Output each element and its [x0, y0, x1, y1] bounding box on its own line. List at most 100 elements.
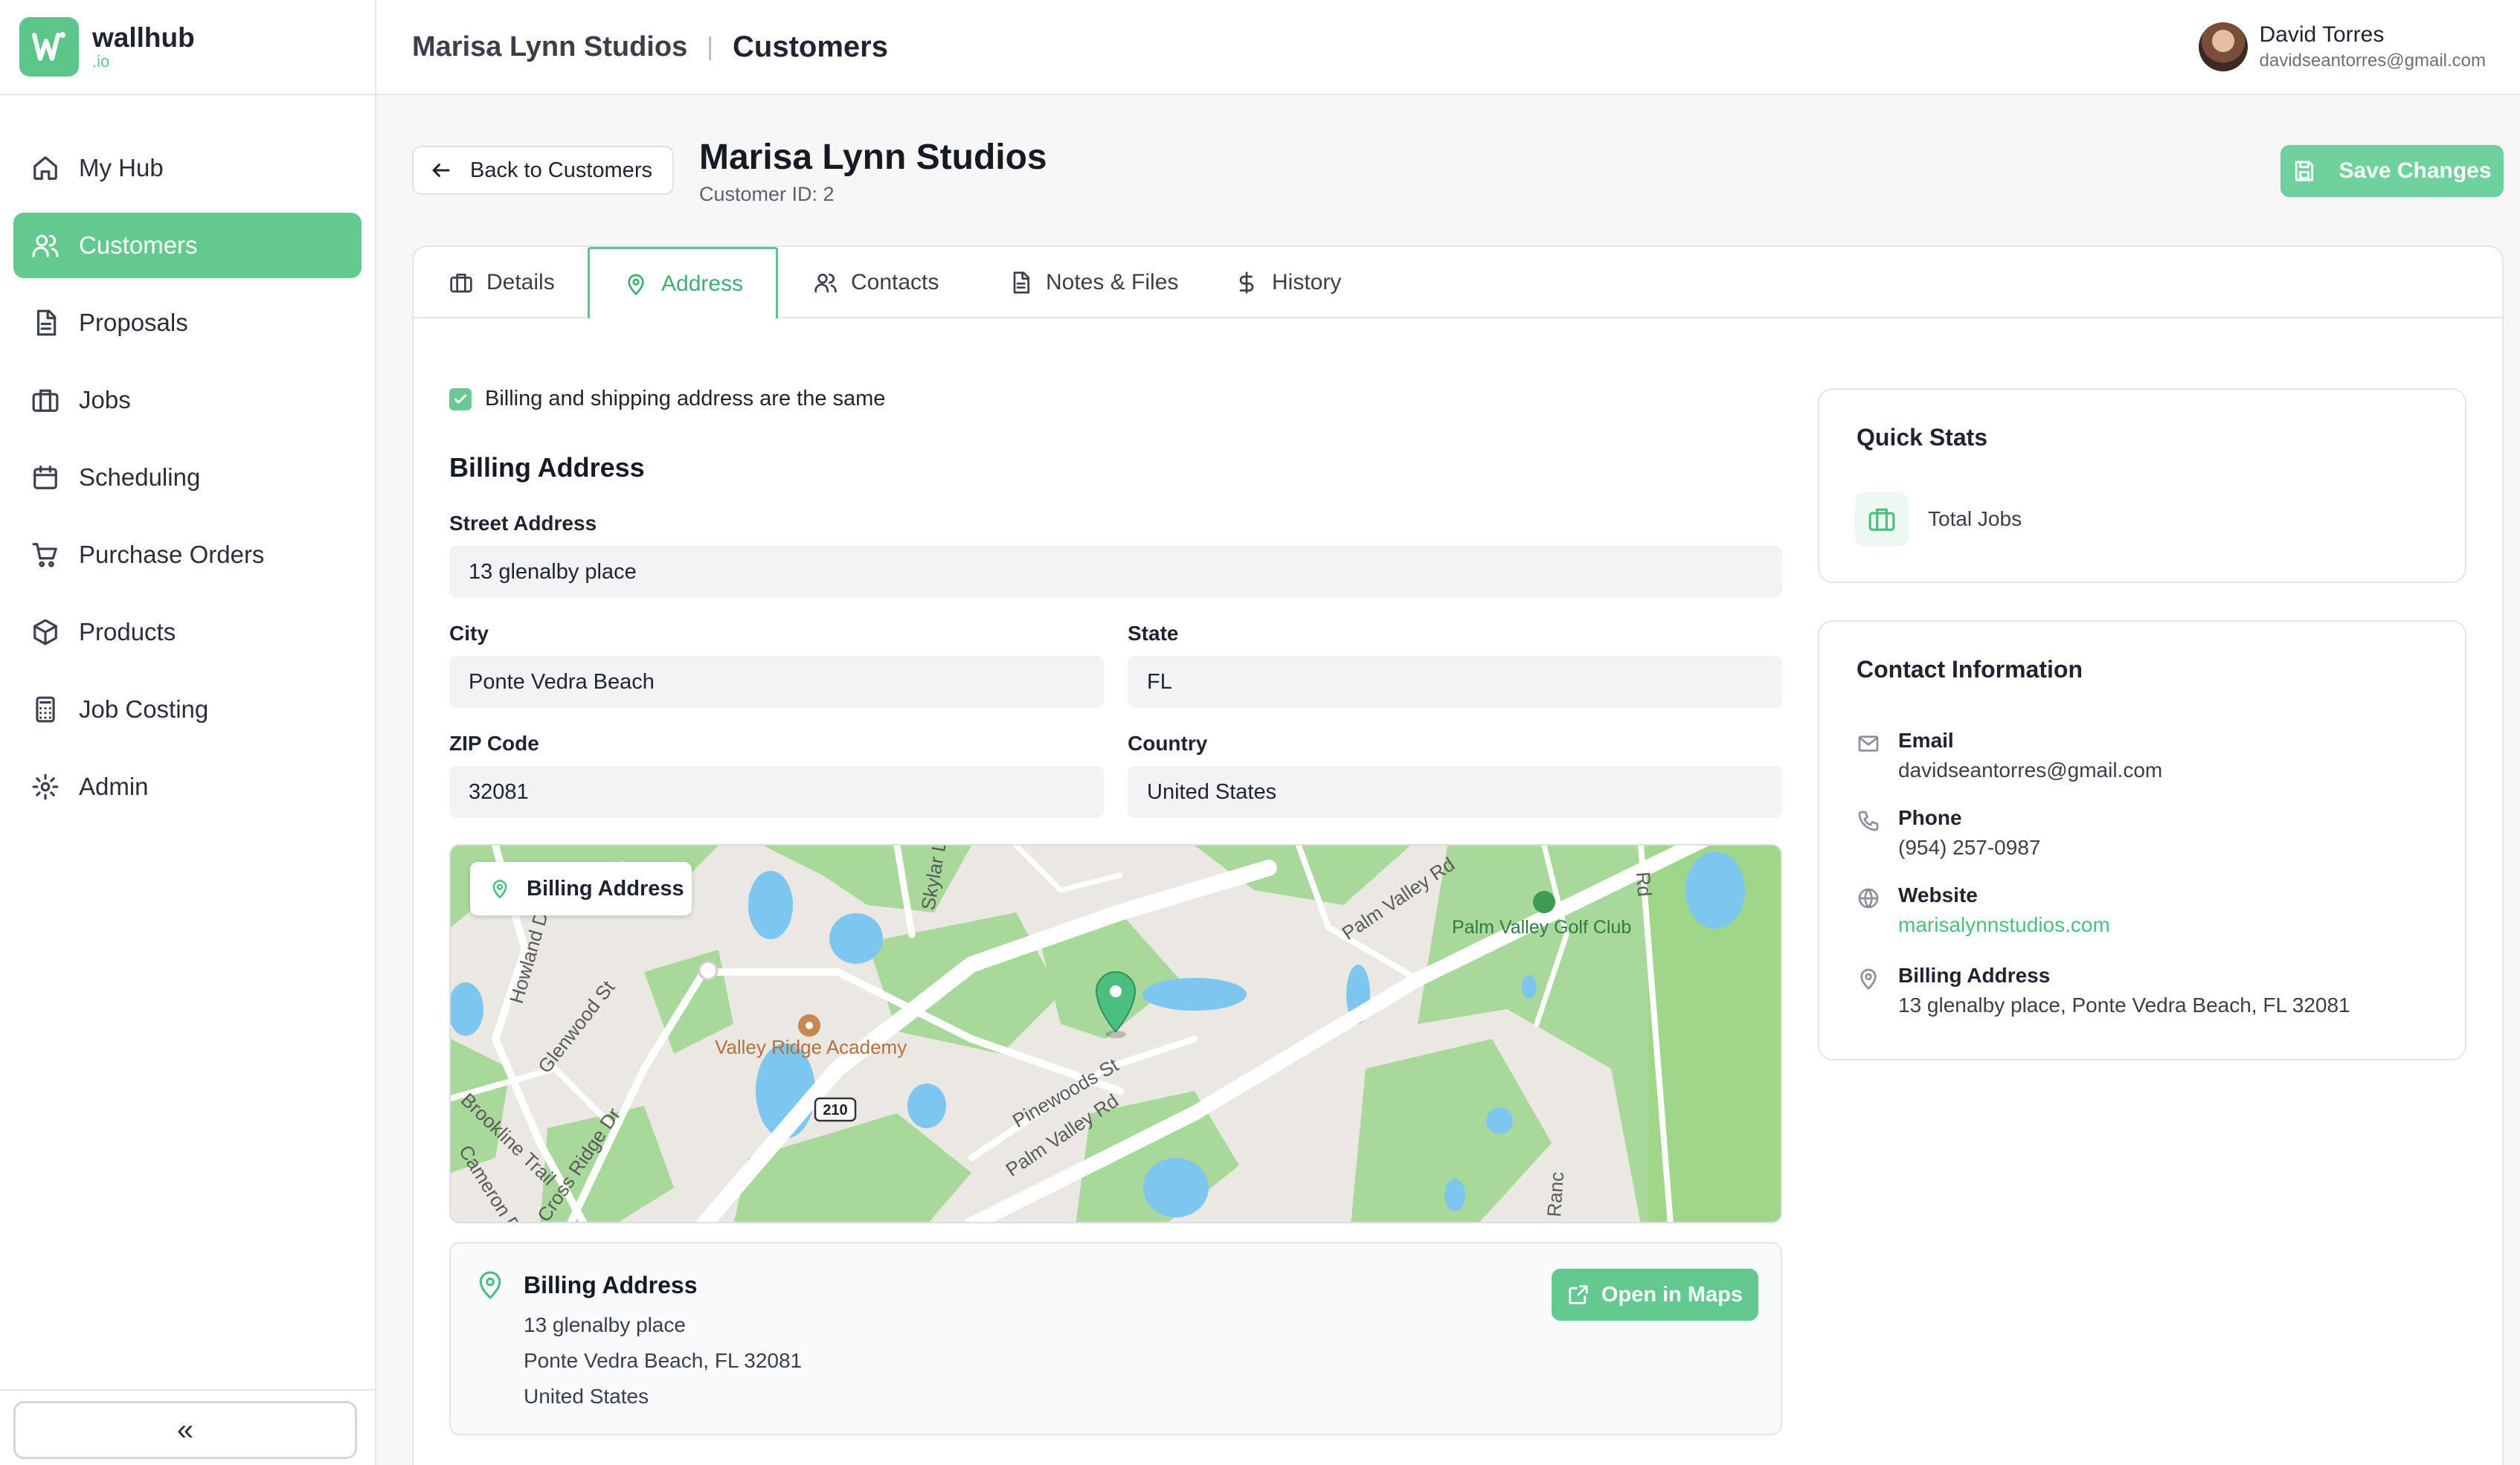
map-pin-icon — [492, 880, 507, 899]
map-pin-icon — [1860, 968, 1877, 990]
home-icon — [33, 156, 57, 180]
globe-icon — [1858, 888, 1879, 909]
sidebar-item-purchase-orders[interactable]: Purchase Orders — [13, 522, 361, 587]
sidebar-footer: « — [0, 1389, 375, 1465]
check-icon — [454, 394, 467, 404]
email-value[interactable]: davidseantorres@gmail.com — [1898, 759, 2162, 782]
back-button-label: Back to Customers — [470, 158, 652, 182]
billing-address-summary: Billing Address 13 glenalby place Ponte … — [449, 1242, 1782, 1435]
phone-value[interactable]: (954) 257-0987 — [1898, 836, 2040, 860]
state-input[interactable]: FL — [1128, 656, 1782, 708]
save-icon — [2295, 161, 2314, 181]
map-label-palm-valley-golf: Palm Valley Golf Club — [1452, 917, 1631, 938]
calendar-icon — [33, 466, 57, 489]
sidebar-item-my-hub[interactable]: My Hub — [13, 135, 361, 201]
tab-label: Notes & Files — [1046, 270, 1179, 294]
open-in-maps-button[interactable]: Open in Maps — [1552, 1269, 1758, 1321]
user-menu[interactable]: David Torres davidseantorres@gmail.com — [2198, 22, 2487, 71]
same-address-checkbox[interactable] — [449, 387, 472, 410]
sidebar-item-job-costing[interactable]: Job Costing — [13, 677, 361, 742]
map-pin-icon — [628, 274, 644, 295]
city-label: City — [449, 622, 489, 645]
tab-label: Details — [486, 270, 555, 294]
map-route-label: 210 — [823, 1102, 847, 1118]
country-label: Country — [1128, 732, 1208, 755]
user-name: David Torres — [2259, 22, 2385, 47]
tab-contacts[interactable]: Contacts — [778, 247, 965, 318]
user-email: davidseantorres@gmail.com — [2259, 51, 2487, 71]
sidebar-item-products[interactable]: Products — [13, 599, 361, 665]
zip-code-input[interactable]: 32081 — [449, 766, 1104, 818]
brand-name: wallhub — [92, 22, 195, 53]
tab-label: Contacts — [851, 270, 939, 294]
zip-code-label: ZIP Code — [449, 732, 539, 755]
page-title: Marisa Lynn Studios — [699, 138, 1047, 177]
address-line-3: United States — [524, 1385, 649, 1408]
map-pin-icon — [479, 1271, 501, 1300]
street-address-label: Street Address — [449, 512, 597, 535]
tab-address[interactable]: Address — [588, 247, 778, 318]
street-address-input[interactable]: 13 glenalby place — [449, 546, 1782, 598]
state-label: State — [1128, 622, 1179, 645]
sidebar-item-admin[interactable]: Admin — [13, 754, 361, 820]
quick-stats-title: Quick Stats — [1857, 424, 1988, 451]
avatar — [2198, 22, 2248, 71]
open-in-maps-label: Open in Maps — [1601, 1282, 1743, 1307]
address-summary-title: Billing Address — [524, 1272, 698, 1298]
website-link[interactable]: marisalynnstudios.com — [1898, 913, 2110, 937]
arrow-left-icon — [432, 164, 450, 177]
customer-id: Customer ID: 2 — [699, 183, 835, 205]
total-jobs-label: Total Jobs — [1928, 507, 2022, 530]
document-icon — [36, 309, 57, 336]
tab-details[interactable]: Details — [414, 247, 588, 318]
briefcase-icon — [450, 274, 472, 293]
mail-icon — [1858, 735, 1879, 752]
website-label: Website — [1898, 883, 1978, 907]
same-address-checkbox-row[interactable]: Billing and shipping address are the sam… — [449, 387, 885, 411]
topbar: Marisa Lynn Studios | Customers David To… — [376, 0, 2520, 95]
box-icon — [33, 619, 57, 645]
contact-info-title: Contact Information — [1857, 656, 2083, 683]
brand[interactable]: wallhub .io — [0, 0, 375, 95]
sidebar-item-scheduling[interactable]: Scheduling — [13, 445, 361, 510]
brand-suffix: .io — [92, 52, 110, 71]
address-line-2: Ponte Vedra Beach, FL 32081 — [524, 1349, 803, 1372]
map-label-ranc: Ranc — [1543, 1171, 1568, 1218]
sidebar-item-jobs[interactable]: Jobs — [13, 367, 361, 433]
tab-notes-files[interactable]: Notes & Files — [973, 247, 1199, 318]
map-view[interactable]: 210 Valley Ridge Academy Palm Valley Gol… — [449, 844, 1782, 1223]
sidebar-item-proposals[interactable]: Proposals — [13, 290, 361, 355]
sidebar: wallhub .io My Hub Customers Proposals J… — [0, 0, 376, 1465]
country-input[interactable]: United States — [1128, 766, 1782, 818]
address-line-1: 13 glenalby place — [524, 1313, 686, 1336]
tab-bar: Details Address Contacts Notes & Files H… — [414, 247, 2502, 318]
sidebar-nav: My Hub Customers Proposals Jobs Scheduli… — [0, 95, 375, 820]
document-icon — [1013, 271, 1029, 294]
breadcrumb-company[interactable]: Marisa Lynn Studios — [412, 31, 687, 63]
sidebar-item-label: Jobs — [79, 386, 131, 413]
sidebar-item-label: Proposals — [79, 309, 188, 336]
quick-stats-card: Quick Stats Total Jobs — [1818, 388, 2466, 583]
tab-history[interactable]: History — [1199, 247, 1378, 318]
users-icon — [32, 234, 59, 257]
billing-address-label: Billing Address — [1898, 964, 2051, 987]
map-label-valley-ridge: Valley Ridge Academy — [715, 1036, 907, 1058]
billing-address-value: 13 glenalby place, Ponte Vedra Beach, FL… — [1898, 994, 2350, 1017]
sidebar-item-customers[interactable]: Customers — [13, 213, 361, 278]
email-label: Email — [1898, 729, 1954, 752]
sidebar-item-label: Purchase Orders — [79, 541, 265, 568]
map-label-rd: Rd — [1632, 871, 1656, 897]
map-billing-address-chip: Billing Address — [470, 862, 692, 915]
back-to-customers-button[interactable]: Back to Customers — [412, 146, 674, 195]
calculator-icon — [36, 696, 55, 723]
tab-label: History — [1272, 270, 1342, 294]
city-input[interactable]: Ponte Vedra Beach — [449, 656, 1104, 708]
map-chip-label: Billing Address — [527, 876, 684, 901]
save-changes-button[interactable]: Save Changes — [2280, 145, 2504, 197]
wallhub-logo-icon — [19, 17, 79, 77]
collapse-sidebar-button[interactable]: « — [13, 1401, 357, 1459]
phone-icon — [1858, 811, 1879, 831]
breadcrumb-separator: | — [707, 32, 714, 61]
briefcase-icon — [1868, 508, 1895, 531]
external-link-icon — [1569, 1285, 1588, 1304]
